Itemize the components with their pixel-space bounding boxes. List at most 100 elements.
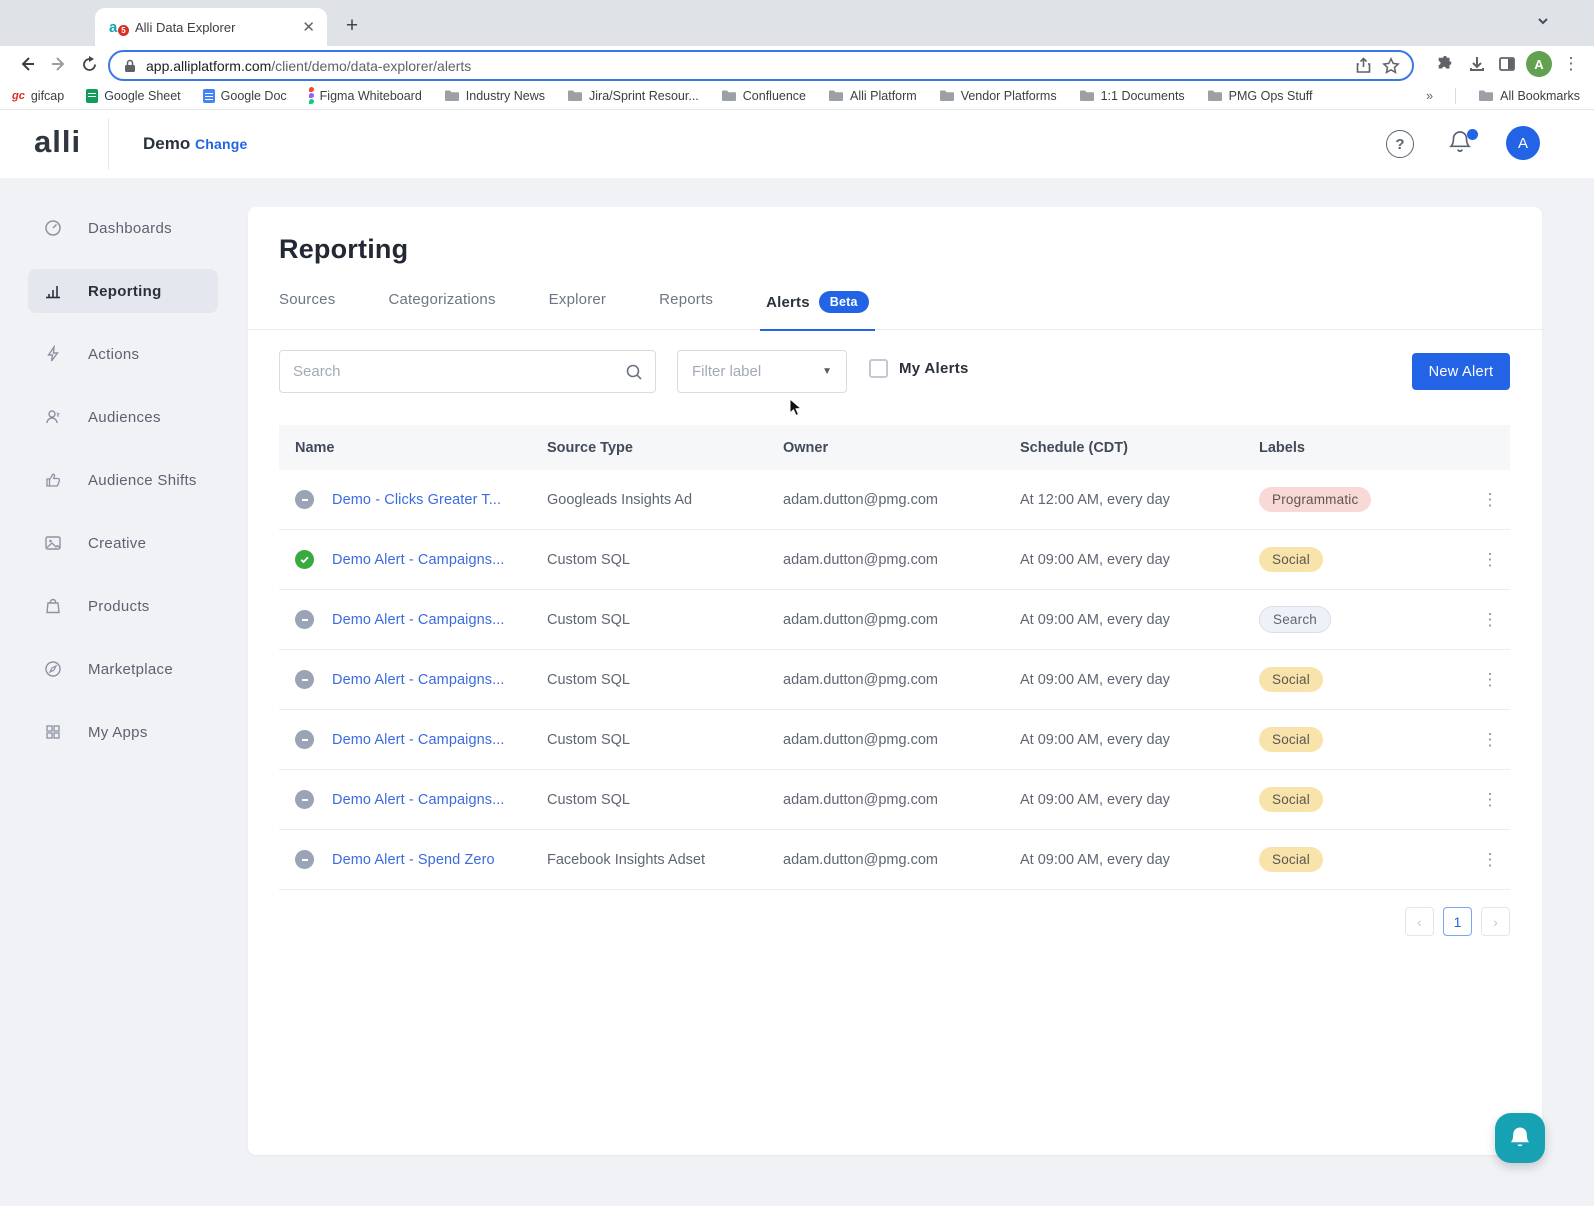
help-icon[interactable]: ?: [1386, 130, 1414, 158]
sidebar-item-my-apps[interactable]: My Apps: [28, 710, 218, 754]
status-paused-icon: [295, 670, 314, 689]
label-pill: Search: [1259, 606, 1331, 633]
sidebar-item-audiences[interactable]: Audiences: [28, 395, 218, 439]
pagination-page-1[interactable]: 1: [1443, 907, 1472, 936]
bookmark-folder-confluence[interactable]: Confluence: [721, 89, 806, 103]
download-icon[interactable]: [1462, 49, 1492, 79]
dropdown-caret-icon: ▼: [822, 366, 832, 377]
url-bar[interactable]: app.alliplatform.com/client/demo/data-ex…: [108, 50, 1414, 81]
change-client-link[interactable]: Change: [195, 136, 248, 152]
bookmark-folder-11-documents[interactable]: 1:1 Documents: [1079, 89, 1185, 103]
alerts-search[interactable]: [279, 350, 656, 393]
status-active-icon: [295, 550, 314, 569]
tab-close-icon[interactable]: ✕: [300, 18, 317, 36]
sidebar-item-creative[interactable]: Creative: [28, 521, 218, 565]
row-menu-icon[interactable]: ⋮: [1470, 850, 1510, 870]
bookmarks-overflow-chevron[interactable]: »: [1426, 89, 1433, 103]
pagination-next-button[interactable]: ›: [1481, 907, 1510, 936]
row-menu-icon[interactable]: ⋮: [1470, 490, 1510, 510]
folder-icon: [1079, 90, 1094, 101]
source-type-cell: Custom SQL: [547, 791, 630, 808]
sidebar-item-reporting[interactable]: Reporting: [28, 269, 218, 313]
bookmark-folder-jira[interactable]: Jira/Sprint Resour...: [567, 89, 699, 103]
tab-explorer[interactable]: Explorer: [549, 291, 606, 326]
tab-categorizations[interactable]: Categorizations: [388, 291, 495, 326]
sidebar-item-products[interactable]: Products: [28, 584, 218, 628]
label-pill: Social: [1259, 787, 1323, 812]
app-header: alli Demo Change ? A: [0, 110, 1594, 178]
my-alerts-toggle[interactable]: My Alerts: [869, 359, 969, 378]
alert-name-link[interactable]: Demo Alert - Campaigns...: [332, 672, 505, 688]
bookmark-star-icon[interactable]: [1382, 56, 1400, 75]
main-content-card: Reporting Sources Categorizations Explor…: [248, 207, 1542, 1155]
bookmark-folder-pmg-ops[interactable]: PMG Ops Stuff: [1207, 89, 1313, 103]
bookmarks-bar: gc gifcap Google Sheet Google Doc Figma W…: [0, 84, 1594, 110]
lightning-icon: [47, 345, 59, 362]
col-schedule: Schedule (CDT): [1020, 439, 1128, 456]
extensions-icon[interactable]: [1430, 49, 1460, 79]
chat-widget-button[interactable]: [1495, 1113, 1545, 1163]
label-pill: Social: [1259, 847, 1323, 872]
alert-name-link[interactable]: Demo Alert - Campaigns...: [332, 792, 505, 808]
row-menu-icon[interactable]: ⋮: [1470, 730, 1510, 750]
share-icon[interactable]: [1355, 57, 1372, 74]
bookmarks-divider: [1455, 87, 1457, 104]
page-title: Reporting: [279, 234, 409, 264]
row-menu-icon[interactable]: ⋮: [1470, 790, 1510, 810]
alerts-table: Name Source Type Owner Schedule (CDT) La…: [279, 425, 1510, 890]
bookmark-folder-industry-news[interactable]: Industry News: [444, 89, 545, 103]
alert-name-link[interactable]: Demo Alert - Campaigns...: [332, 732, 505, 748]
status-paused-icon: [295, 490, 314, 509]
bookmark-google-sheet[interactable]: Google Sheet: [86, 88, 181, 103]
side-panel-icon[interactable]: [1492, 49, 1522, 79]
row-menu-icon[interactable]: ⋮: [1470, 610, 1510, 630]
pagination: ‹ 1 ›: [1405, 907, 1510, 936]
forward-icon[interactable]: [44, 49, 74, 79]
browser-tab[interactable]: a 5 Alli Data Explorer ✕: [95, 8, 327, 46]
alert-name-link[interactable]: Demo Alert - Campaigns...: [332, 612, 505, 628]
sidebar-item-dashboards[interactable]: Dashboards: [28, 206, 218, 250]
status-paused-icon: [295, 610, 314, 629]
all-bookmarks[interactable]: All Bookmarks: [1478, 89, 1580, 103]
alert-name-link[interactable]: Demo Alert - Spend Zero: [332, 852, 495, 868]
alert-name-link[interactable]: Demo - Clicks Greater T...: [332, 492, 501, 508]
sidebar-nav: Dashboards Reporting Actions Audiences A…: [28, 206, 218, 754]
image-icon: [45, 536, 61, 550]
folder-icon: [1207, 90, 1222, 101]
back-icon[interactable]: [12, 49, 42, 79]
alert-name-link[interactable]: Demo Alert - Campaigns...: [332, 552, 505, 568]
figma-icon: [308, 87, 314, 104]
my-alerts-checkbox[interactable]: [869, 359, 888, 378]
alli-logo[interactable]: alli: [34, 124, 81, 160]
search-input[interactable]: [293, 363, 625, 380]
status-paused-icon: [295, 790, 314, 809]
user-avatar[interactable]: A: [1506, 126, 1540, 160]
filter-label-dropdown[interactable]: Filter label ▼: [677, 350, 847, 393]
new-tab-button[interactable]: +: [338, 12, 366, 40]
notifications-bell-icon[interactable]: [1448, 129, 1478, 159]
thumb-up-icon: [46, 473, 61, 487]
tab-alerts[interactable]: Alerts Beta: [760, 291, 875, 331]
schedule-cell: At 09:00 AM, every day: [1020, 671, 1170, 688]
bookmark-folder-alli-platform[interactable]: Alli Platform: [828, 89, 917, 103]
tab-sources[interactable]: Sources: [279, 291, 335, 326]
browser-profile-avatar[interactable]: A: [1524, 49, 1554, 79]
browser-menu-icon[interactable]: ⋮: [1556, 49, 1586, 79]
bookmark-google-doc[interactable]: Google Doc: [202, 88, 287, 103]
tab-search-chevron-icon[interactable]: [1536, 14, 1550, 33]
tab-reports[interactable]: Reports: [659, 291, 713, 326]
pagination-prev-button[interactable]: ‹: [1405, 907, 1434, 936]
sidebar-item-audience-shifts[interactable]: Audience Shifts: [28, 458, 218, 502]
row-menu-icon[interactable]: ⋮: [1470, 670, 1510, 690]
schedule-cell: At 12:00 AM, every day: [1020, 491, 1170, 508]
source-type-cell: Facebook Insights Adset: [547, 851, 705, 868]
bookmark-figma[interactable]: Figma Whiteboard: [308, 87, 422, 104]
bookmark-folder-vendor-platforms[interactable]: Vendor Platforms: [939, 89, 1057, 103]
sidebar-item-actions[interactable]: Actions: [28, 332, 218, 376]
row-menu-icon[interactable]: ⋮: [1470, 550, 1510, 570]
new-alert-button[interactable]: New Alert: [1412, 353, 1510, 390]
sidebar-item-marketplace[interactable]: Marketplace: [28, 647, 218, 691]
reload-icon[interactable]: [74, 49, 104, 79]
col-owner: Owner: [783, 439, 829, 456]
bookmark-gifcap[interactable]: gc gifcap: [12, 89, 64, 103]
